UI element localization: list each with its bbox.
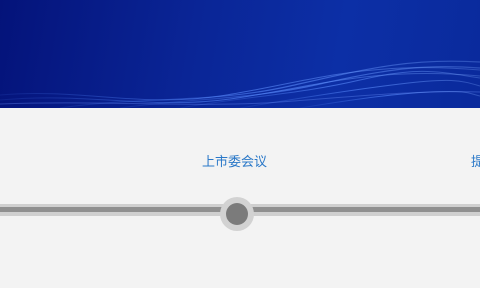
header-banner bbox=[0, 0, 480, 108]
timeline-step-label[interactable]: 上市委会议 bbox=[202, 155, 267, 171]
banner-wave-graphic bbox=[0, 60, 480, 108]
timeline-step-label[interactable]: 提 bbox=[471, 155, 480, 171]
page: 上市委会议 提 bbox=[0, 0, 480, 300]
progress-panel: 上市委会议 提 bbox=[0, 108, 480, 288]
bottom-strip bbox=[0, 288, 480, 300]
timeline-node-current[interactable] bbox=[226, 203, 248, 225]
